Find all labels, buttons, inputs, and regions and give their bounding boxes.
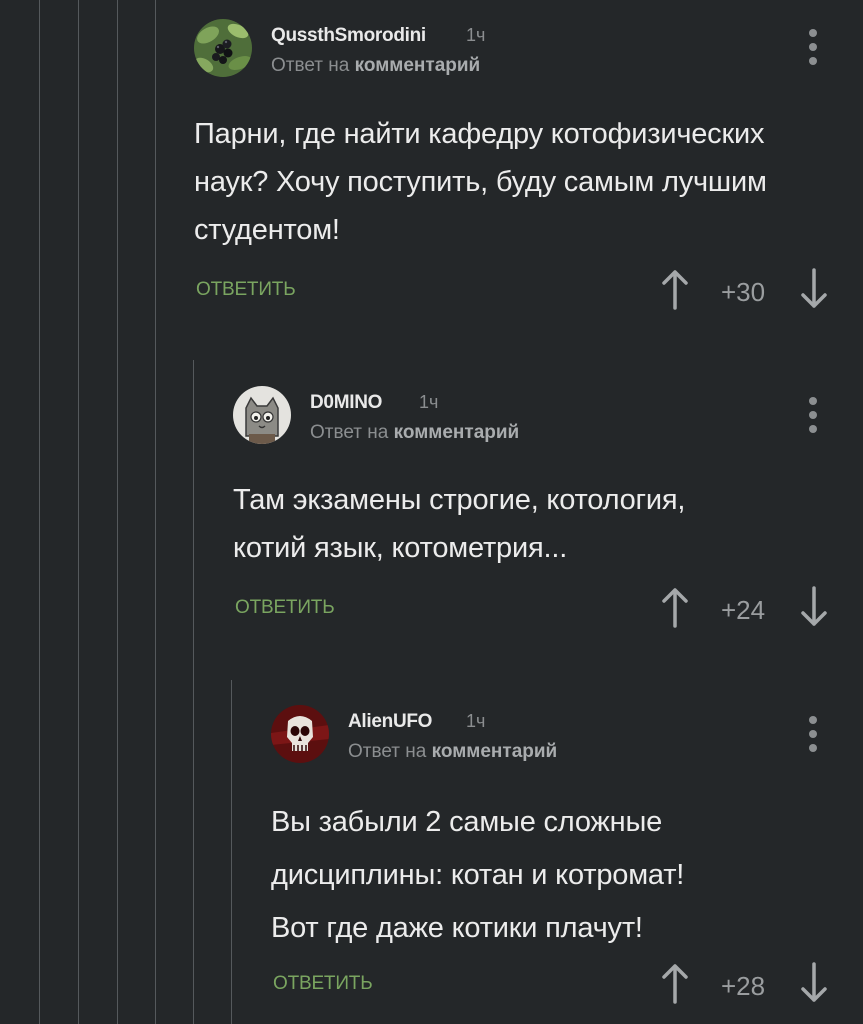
score: +28 xyxy=(720,971,766,1001)
reply-to-line: Ответ на комментарий xyxy=(348,741,557,763)
avatar[interactable] xyxy=(271,705,329,763)
downvote-button[interactable] xyxy=(799,962,829,1004)
comment-time: 1ч xyxy=(466,711,486,731)
reply-to-prefix: Ответ на xyxy=(348,741,427,762)
arrow-down-icon xyxy=(801,962,827,1002)
username[interactable]: AlienUFO xyxy=(348,711,432,733)
reply-to-link[interactable]: комментарий xyxy=(432,741,558,762)
upvote-button[interactable] xyxy=(660,962,690,1004)
skull-avatar-icon xyxy=(271,705,329,763)
arrow-up-icon xyxy=(662,964,688,1004)
comment-text: Вы забыли 2 самые сложные дисциплины: ко… xyxy=(271,806,685,944)
comment-menu-button[interactable] xyxy=(807,716,819,756)
reply-button[interactable]: ответить xyxy=(273,973,373,995)
comment: AlienUFO 1ч Ответ на комментарий Вы забы… xyxy=(0,0,863,1024)
